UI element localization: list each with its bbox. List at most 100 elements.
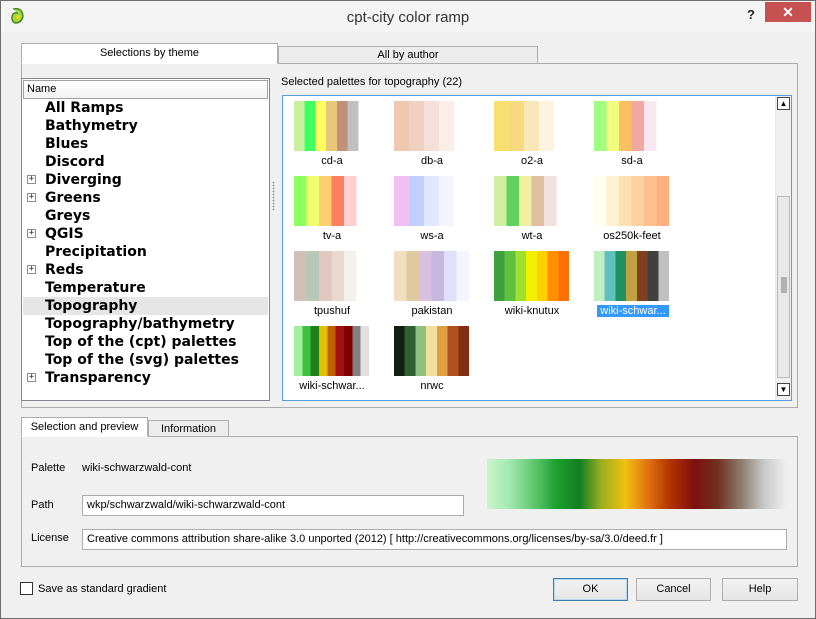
- tab-information[interactable]: Information: [148, 420, 229, 437]
- tree-item-label: All Ramps: [45, 100, 124, 116]
- expand-plus-icon[interactable]: +: [27, 265, 36, 274]
- tree-item-label: Greens: [45, 190, 101, 206]
- tree-item-top-of-the-svg-palettes[interactable]: Top of the (svg) palettes: [23, 351, 268, 369]
- tab-label: All by author: [377, 49, 439, 61]
- palette-swatch[interactable]: [394, 326, 469, 376]
- expand-plus-icon[interactable]: +: [27, 193, 36, 202]
- tree-item-label: Transparency: [45, 370, 151, 386]
- palette-swatch[interactable]: [494, 251, 569, 301]
- tree-item-diverging[interactable]: + Diverging: [23, 171, 268, 189]
- save-standard-label[interactable]: Save as standard gradient: [38, 583, 166, 595]
- palette-swatch[interactable]: [494, 101, 569, 151]
- tree-item-topography-bathymetry[interactable]: Topography/bathymetry: [23, 315, 268, 333]
- palette-item[interactable]: sd-a: [583, 98, 673, 168]
- palette-item[interactable]: db-a: [383, 98, 473, 168]
- tree-item-temperature[interactable]: Temperature: [23, 279, 268, 297]
- gradient-preview: [487, 459, 787, 509]
- palette-item[interactable]: tv-a: [283, 173, 373, 243]
- help-question-icon[interactable]: ?: [741, 5, 761, 25]
- palette-swatch[interactable]: [394, 101, 469, 151]
- theme-tree[interactable]: Name All Ramps Bathymetry Blues Discord + Div…: [21, 78, 270, 401]
- tree-item-all-ramps[interactable]: All Ramps: [23, 99, 268, 117]
- tree-item-transparency[interactable]: + Transparency: [23, 369, 268, 387]
- tree-item-label: Top of the (svg) palettes: [45, 352, 239, 368]
- close-icon[interactable]: ✕: [765, 2, 811, 22]
- palette-label: o2-a: [520, 155, 544, 167]
- expand-plus-icon[interactable]: +: [27, 229, 36, 238]
- palette-label: wiki-schwar...: [299, 380, 365, 392]
- palette-item[interactable]: os250k-feet: [583, 173, 673, 243]
- palette-item[interactable]: o2-a: [483, 98, 573, 168]
- scroll-down-icon[interactable]: ▼: [777, 383, 790, 396]
- palette-swatch[interactable]: [594, 101, 669, 151]
- palette-swatch[interactable]: [294, 101, 369, 151]
- tree-item-label: Bathymetry: [45, 118, 138, 134]
- palette-label: os250k-feet: [603, 230, 661, 242]
- tree-item-bathymetry[interactable]: Bathymetry: [23, 117, 268, 135]
- splitter-handle[interactable]: [272, 181, 275, 211]
- expand-plus-icon[interactable]: +: [27, 373, 36, 382]
- tree-item-label: Precipitation: [45, 244, 147, 260]
- palette-swatch[interactable]: [394, 251, 469, 301]
- palette-item[interactable]: ws-a: [383, 173, 473, 243]
- tree-item-topography[interactable]: Topography: [23, 297, 268, 315]
- tree-item-label: Greys: [45, 208, 91, 224]
- palette-swatch[interactable]: [294, 176, 369, 226]
- dialog-window: cpt-city color ramp ? ✕ Selections by th…: [0, 0, 816, 619]
- tab-selections-by-theme[interactable]: Selections by theme: [21, 43, 278, 64]
- tree-item-greys[interactable]: Greys: [23, 207, 268, 225]
- palette-label: tv-a: [322, 230, 342, 242]
- tree-item-label: Diverging: [45, 172, 122, 188]
- palette-swatch[interactable]: [294, 326, 369, 376]
- tree-item-blues[interactable]: Blues: [23, 135, 268, 153]
- save-standard-checkbox[interactable]: [20, 582, 33, 595]
- palette-grid[interactable]: cd-a db-a o2-a sd-a tv-a ws-a wt-a os250k-feet t…: [282, 95, 792, 401]
- tree-item-label: Discord: [45, 154, 105, 170]
- tree-item-label: Topography/bathymetry: [45, 316, 235, 332]
- path-field[interactable]: wkp/schwarzwald/wiki-schwarzwald-cont: [82, 495, 464, 516]
- palette-item[interactable]: tpushuf: [283, 248, 373, 318]
- tab-label: Selections by theme: [99, 47, 200, 59]
- help-button[interactable]: Help: [722, 578, 798, 601]
- palette-label: tpushuf: [313, 305, 351, 317]
- tree-item-greens[interactable]: + Greens: [23, 189, 268, 207]
- palette-swatch[interactable]: [394, 176, 469, 226]
- license-label: License: [31, 532, 69, 544]
- tree-item-label: Top of the (cpt) palettes: [45, 334, 237, 350]
- palette-item[interactable]: cd-a: [283, 98, 373, 168]
- cancel-button[interactable]: Cancel: [636, 578, 711, 601]
- palette-label: nrwc: [420, 380, 444, 392]
- tab-selection-preview[interactable]: Selection and preview: [21, 417, 148, 437]
- palette-swatch[interactable]: [594, 176, 669, 226]
- palette-item[interactable]: pakistan: [383, 248, 473, 318]
- palette-swatch[interactable]: [494, 176, 569, 226]
- license-field[interactable]: Creative commons attribution share-alike…: [82, 529, 787, 550]
- palette-swatch[interactable]: [294, 251, 369, 301]
- title-bar: cpt-city color ramp ? ✕: [1, 1, 815, 32]
- palette-item[interactable]: nrwc: [383, 323, 473, 393]
- scroll-thumb[interactable]: [777, 196, 790, 378]
- expand-plus-icon[interactable]: +: [27, 175, 36, 184]
- ok-button[interactable]: OK: [553, 578, 628, 601]
- palette-swatch[interactable]: [594, 251, 669, 301]
- tab-all-by-author[interactable]: All by author: [278, 46, 538, 64]
- tree-item-qgis[interactable]: + QGIS: [23, 225, 268, 243]
- palette-item[interactable]: wt-a: [483, 173, 573, 243]
- palette-label: ws-a: [420, 230, 444, 242]
- tree-item-discord[interactable]: Discord: [23, 153, 268, 171]
- tree-item-precipitation[interactable]: Precipitation: [23, 243, 268, 261]
- scroll-up-icon[interactable]: ▲: [777, 97, 790, 110]
- tree-item-label: Temperature: [45, 280, 146, 296]
- palette-label: wt-a: [521, 230, 543, 242]
- palette-item[interactable]: wiki-schwar...: [583, 248, 673, 318]
- palette-label: wiki-schwar...: [596, 304, 670, 318]
- palette-item[interactable]: wiki-schwar...: [283, 323, 373, 393]
- tree-header-name[interactable]: Name: [23, 80, 268, 99]
- tree-item-reds[interactable]: + Reds: [23, 261, 268, 279]
- tree-item-top-of-the-cpt-palettes[interactable]: Top of the (cpt) palettes: [23, 333, 268, 351]
- palette-value: wiki-schwarzwald-cont: [82, 462, 192, 474]
- palette-scrollbar[interactable]: ▲ ▼: [775, 96, 791, 400]
- palette-label: db-a: [420, 155, 444, 167]
- palette-label: Palette: [31, 462, 66, 474]
- palette-item[interactable]: wiki-knutux: [483, 248, 573, 318]
